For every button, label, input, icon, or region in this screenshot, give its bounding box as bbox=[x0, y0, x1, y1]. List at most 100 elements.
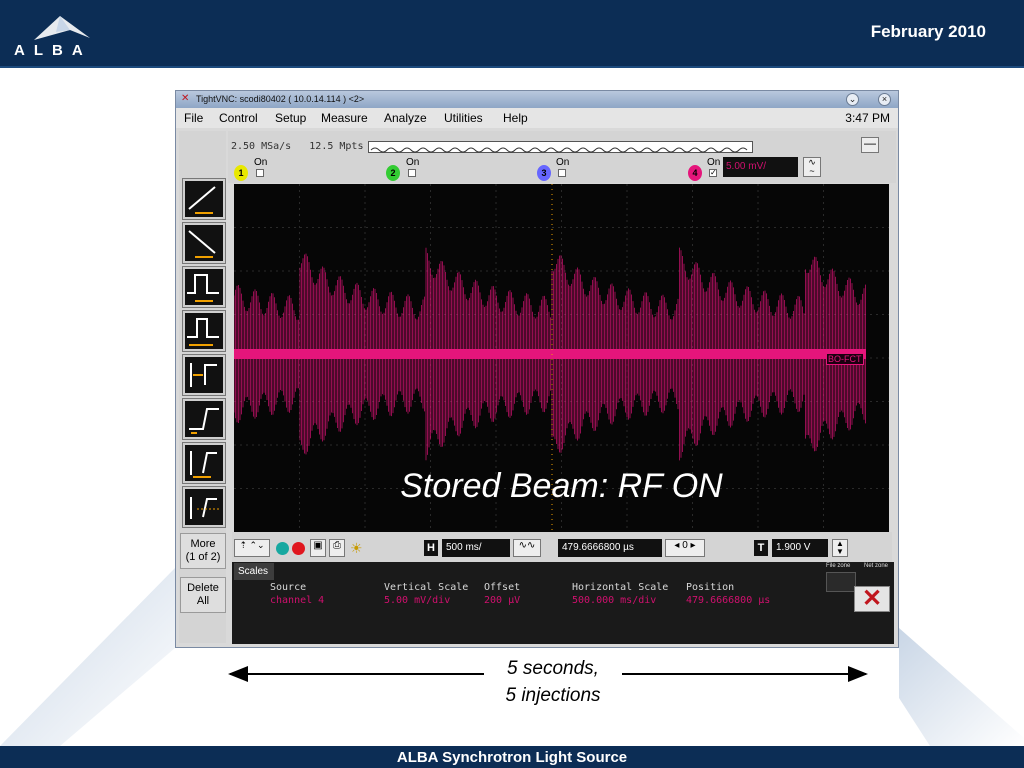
trigger-pulse-width-button[interactable] bbox=[182, 310, 226, 352]
channel-3-badge[interactable]: 3 bbox=[537, 165, 551, 181]
status-minimize-button[interactable]: — bbox=[861, 137, 879, 153]
memory-depth: 12.5 Mpts bbox=[309, 141, 364, 152]
sample-rate: 2.50 MSa/s bbox=[231, 141, 292, 152]
trigger-setup-hold-button[interactable] bbox=[182, 354, 226, 396]
channel-1-on-label: On bbox=[254, 157, 268, 168]
waveform-overview-icon bbox=[370, 147, 748, 153]
trigger-pulse-button[interactable] bbox=[182, 266, 226, 308]
channel-4-on-label: On bbox=[707, 157, 721, 168]
transition-icon bbox=[189, 408, 219, 434]
slide-date: February 2010 bbox=[870, 22, 986, 41]
channel-3-number: 3 bbox=[541, 168, 547, 178]
value-vertical-scale: 5.00 mV/div bbox=[384, 595, 451, 606]
value-source: channel 4 bbox=[270, 595, 325, 606]
acquisition-info: 2.50 MSa/s 12.5 Mpts bbox=[231, 141, 363, 152]
channel-4-scale-field[interactable]: 5.00 mV/ bbox=[723, 157, 798, 177]
trigger-transition-button[interactable] bbox=[182, 398, 226, 440]
falling-edge-icon bbox=[188, 230, 216, 258]
channel-4-number: 4 bbox=[692, 168, 698, 178]
all-label: All bbox=[196, 595, 210, 607]
slide-overlay-title: Stored Beam: RF ON bbox=[400, 467, 723, 505]
vnc-window: ✕ TightVNC: scodi80402 ( 10.0.14.114 ) <… bbox=[175, 90, 899, 648]
trigger-level-stepper[interactable]: ▲ ▼ bbox=[832, 539, 848, 557]
trigger-timeout-button[interactable] bbox=[182, 442, 226, 484]
header-source: Source bbox=[270, 582, 307, 593]
value-position: 479.6666800 µs bbox=[686, 595, 771, 606]
annotation-line-2: 5 injections bbox=[505, 685, 601, 706]
scope-status-area: 2.50 MSa/s 12.5 Mpts 1 On 2 On 3 On 4 On… bbox=[228, 131, 896, 183]
slide-header: ALBA February 2010 bbox=[0, 0, 1024, 68]
file-zone-box[interactable] bbox=[826, 572, 856, 592]
scales-panel: Scales Source Vertical Scale Offset Hori… bbox=[232, 562, 894, 644]
close-panel-icon[interactable]: ✕ bbox=[854, 586, 890, 612]
left-toolbar: More (1 of 2) Delete All bbox=[179, 131, 226, 643]
horizontal-position-field[interactable]: 479.6666800 µs bbox=[558, 539, 662, 557]
value-horizontal-scale: 500.000 ms/div bbox=[572, 595, 657, 606]
logo-text: ALBA bbox=[14, 42, 92, 59]
close-button[interactable]: × bbox=[878, 93, 891, 106]
display-brightness-icon[interactable]: ☀ bbox=[350, 540, 363, 557]
record-icon[interactable] bbox=[292, 542, 305, 555]
teal-marker-icon[interactable] bbox=[276, 542, 289, 555]
menu-control[interactable]: Control bbox=[219, 111, 258, 125]
save-image-button[interactable]: ▣ bbox=[310, 539, 326, 557]
channel-1-number: 1 bbox=[238, 168, 244, 178]
trigger-rising-edge-button[interactable] bbox=[182, 178, 226, 220]
menu-utilities[interactable]: Utilities bbox=[444, 111, 483, 125]
position-stepper[interactable]: ◂ 0 ▸ bbox=[665, 539, 705, 557]
value-offset: 200 µV bbox=[484, 595, 521, 606]
header-vertical-scale: Vertical Scale bbox=[384, 582, 469, 593]
channel-4-coupling-button[interactable]: ∿ ~ bbox=[803, 157, 821, 177]
menu-analyze[interactable]: Analyze bbox=[384, 111, 427, 125]
print-button[interactable]: ⎙ bbox=[329, 539, 345, 557]
trigger-runt-button[interactable] bbox=[182, 486, 226, 528]
minimize-button[interactable]: ⌄ bbox=[846, 93, 859, 106]
horizontal-label: H bbox=[424, 540, 438, 556]
menu-file[interactable]: File bbox=[184, 111, 203, 125]
delete-all-button[interactable]: Delete All bbox=[180, 577, 226, 613]
rising-edge-icon bbox=[188, 186, 216, 214]
footer-text: ALBA Synchrotron Light Source bbox=[396, 749, 628, 766]
channel-1-checkbox[interactable] bbox=[256, 169, 264, 177]
vertical-stepper[interactable]: ⇡ ⌃⌄ bbox=[234, 539, 270, 557]
tab-scales[interactable]: Scales bbox=[234, 563, 274, 580]
trigger-label: T bbox=[754, 540, 768, 556]
menu-help[interactable]: Help bbox=[503, 111, 528, 125]
clock: 3:47 PM bbox=[845, 111, 890, 125]
channel-2-checkbox[interactable] bbox=[408, 169, 416, 177]
channel-3-checkbox[interactable] bbox=[558, 169, 566, 177]
scope-screen[interactable]: Stored Beam: RF ON BO-FCT bbox=[233, 184, 889, 532]
window-titlebar: ✕ TightVNC: scodi80402 ( 10.0.14.114 ) <… bbox=[176, 91, 898, 108]
header-horizontal-scale: Horizontal Scale bbox=[572, 582, 669, 593]
channel-marker-label: BO-FCT bbox=[826, 353, 864, 365]
pulse-width-icon bbox=[187, 318, 219, 346]
net-zone-label: Net zone bbox=[864, 563, 889, 569]
header-position: Position bbox=[686, 582, 735, 593]
channel-2-on-label: On bbox=[406, 157, 420, 168]
channel-4-checkbox[interactable]: ✓ bbox=[709, 169, 717, 177]
channel-4-badge[interactable]: 4 bbox=[688, 165, 702, 181]
header-offset: Offset bbox=[484, 582, 521, 593]
more-button[interactable]: More (1 of 2) bbox=[180, 533, 226, 569]
channel-2-badge[interactable]: 2 bbox=[386, 165, 400, 181]
channel-2-number: 2 bbox=[390, 168, 396, 178]
menu-bar: File Control Setup Measure Analyze Utili… bbox=[176, 108, 898, 128]
channel-1-badge[interactable]: 1 bbox=[234, 165, 248, 181]
file-zone-label: File zone bbox=[826, 563, 851, 569]
annotation-line-1: 5 seconds, bbox=[507, 658, 599, 679]
trigger-falling-edge-button[interactable] bbox=[182, 222, 226, 264]
menu-setup[interactable]: Setup bbox=[275, 111, 306, 125]
time-span-annotation: 5 seconds, 5 injections bbox=[478, 655, 628, 709]
horizontal-scale-adjust[interactable]: ∿∿ bbox=[513, 539, 541, 557]
more-page-label: (1 of 2) bbox=[185, 551, 221, 563]
timeout-icon bbox=[190, 451, 217, 478]
bottom-control-bar: ⇡ ⌃⌄ ▣ ⎙ ☀ H 500 ms/ ∿∿ 479.6666800 µs ◂… bbox=[232, 532, 892, 562]
pulse-icon bbox=[187, 274, 219, 302]
window-title: TightVNC: scodi80402 ( 10.0.14.114 ) <2> bbox=[196, 94, 365, 104]
waveform-center-band bbox=[234, 349, 866, 359]
horizontal-scale-field[interactable]: 500 ms/ bbox=[442, 539, 510, 557]
position-stepper-value: 0 bbox=[682, 540, 688, 551]
trigger-level-field[interactable]: 1.900 V bbox=[772, 539, 828, 557]
waveform-overview-bar[interactable] bbox=[368, 141, 753, 153]
menu-measure[interactable]: Measure bbox=[321, 111, 368, 125]
